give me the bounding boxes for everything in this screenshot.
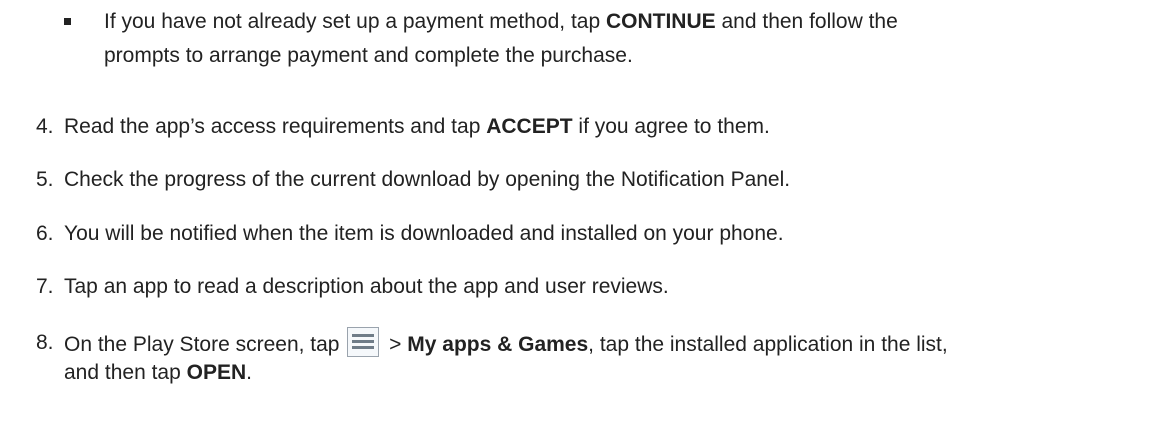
step-number: 5. bbox=[36, 168, 54, 191]
step-text: Read the app’s access requirements and t… bbox=[64, 111, 770, 143]
step-number: 8. bbox=[36, 331, 54, 354]
step-number: 7. bbox=[36, 275, 54, 298]
text-run: > bbox=[383, 333, 408, 356]
continue-keyword: CONTINUE bbox=[605, 10, 716, 33]
step-text: Tap an app to read a description about t… bbox=[64, 275, 669, 298]
menu-icon bbox=[347, 327, 380, 357]
step-text-line-1: On the Play Store screen, tap > My apps … bbox=[64, 327, 948, 361]
text-run: . bbox=[246, 361, 252, 384]
text-run: if you agree to them. bbox=[572, 115, 770, 138]
step-text: Check the progress of the current downlo… bbox=[64, 168, 791, 191]
accept-keyword: ACCEPT bbox=[486, 115, 573, 138]
my-apps-games-keyword: My apps & Games bbox=[407, 333, 589, 356]
text-run: Read the app’s access requirements and t… bbox=[64, 115, 487, 138]
text-run: and then tap bbox=[64, 361, 187, 384]
open-keyword: OPEN bbox=[186, 361, 247, 384]
document-page: If you have not already set up a payment… bbox=[0, 0, 1169, 427]
step-number: 6. bbox=[36, 222, 54, 245]
bullet-text-line-2: prompts to arrange payment and complete … bbox=[104, 44, 633, 67]
bullet-marker bbox=[64, 18, 71, 25]
step-text: You will be notified when the item is do… bbox=[64, 222, 784, 245]
step-number: 4. bbox=[36, 115, 54, 138]
text-run: On the Play Store screen, tap bbox=[64, 333, 346, 356]
text-run: and then follow the bbox=[715, 10, 898, 33]
bullet-text-line-1: If you have not already set up a payment… bbox=[104, 6, 898, 38]
text-run: , tap the installed application in the l… bbox=[588, 333, 948, 356]
text-run: If you have not already set up a payment… bbox=[104, 10, 606, 33]
step-text-line-2: and then tap OPEN. bbox=[64, 357, 252, 389]
